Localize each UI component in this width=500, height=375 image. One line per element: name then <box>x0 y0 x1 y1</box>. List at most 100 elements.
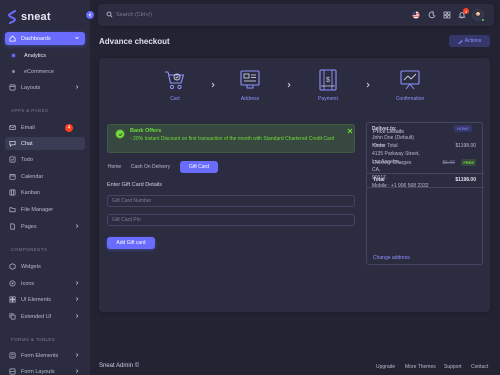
deliver-to-label: Deliver to: <box>372 126 397 132</box>
sidebar: sneat Dashboards Analytics eCommerce Lay… <box>0 0 90 375</box>
offer-text: - 20% Instant Discount on first transact… <box>130 136 335 142</box>
tab-cash-on-delivery[interactable]: Cash On Delivery <box>128 161 173 173</box>
address-icon <box>240 70 260 89</box>
chevron-right-icon <box>76 85 79 89</box>
page-title: Advance checkout <box>99 37 170 46</box>
section-header-forms: FORMS & TABLES <box>11 337 56 342</box>
sidebar-item-todo[interactable]: Todo <box>5 153 85 166</box>
email-count-badge: 4 <box>65 123 73 132</box>
settings-icon <box>458 39 463 44</box>
chevron-right-icon <box>211 82 215 88</box>
sneat-logo-icon <box>8 10 16 24</box>
layout-icon <box>9 84 16 91</box>
search-icon[interactable] <box>106 11 113 18</box>
sidebar-item-label: eCommerce <box>24 68 54 75</box>
step-confirmation[interactable]: Confirmation <box>392 68 428 102</box>
sidebar-item-label: Form Elements <box>21 352 59 359</box>
sidebar-item-ui-elements[interactable]: UI Elements <box>5 293 85 306</box>
sidebar-item-label: Layouts <box>21 84 41 91</box>
home-icon <box>9 35 16 42</box>
sidebar-item-widgets[interactable]: Widgets <box>5 260 85 273</box>
sidebar-collapse-button[interactable] <box>85 10 95 20</box>
sidebar-item-label: Calendar <box>21 173 44 180</box>
form-layout-icon <box>9 368 16 375</box>
grid-icon <box>9 280 16 287</box>
sidebar-item-ecommerce[interactable]: eCommerce <box>5 65 85 78</box>
chevron-right-icon <box>76 281 79 285</box>
sidebar-item-label: Form Layouts <box>21 368 55 375</box>
footer-brand: Sneat Admin © <box>99 363 140 369</box>
step-payment[interactable]: $ Payment <box>310 68 346 102</box>
chevron-right-icon <box>76 353 79 357</box>
close-icon[interactable] <box>347 128 353 134</box>
sidebar-item-label: Chat <box>21 140 33 147</box>
home-badge: HOME <box>454 125 472 132</box>
actions-button[interactable]: Actions <box>449 35 490 47</box>
check-circle-icon <box>115 129 125 139</box>
online-status-dot <box>481 18 485 22</box>
sidebar-item-form-layouts[interactable]: Form Layouts <box>5 365 85 375</box>
sidebar-item-layouts[interactable]: Layouts <box>5 81 85 94</box>
sidebar-item-label: File Manager <box>21 206 54 213</box>
tab-home[interactable]: Home <box>107 161 122 173</box>
actions-button-label: Actions <box>464 38 482 44</box>
payment-icon: $ <box>319 69 337 91</box>
sidebar-item-chat[interactable]: Chat <box>5 137 85 150</box>
free-badge: FREE <box>461 159 476 166</box>
sidebar-item-label: Extended UI <box>21 313 52 320</box>
step-label: Confirmation <box>395 96 425 102</box>
sidebar-item-label: Dashboards <box>21 35 51 42</box>
step-address[interactable]: Address <box>232 68 268 102</box>
brand[interactable]: sneat <box>8 9 51 25</box>
copy-icon <box>9 313 16 320</box>
sidebar-item-label: Todo <box>21 156 33 163</box>
detail-icon <box>9 352 16 359</box>
order-total-value: $1198.00 <box>455 143 476 149</box>
sidebar-item-label: Analytics <box>24 52 47 59</box>
total-value: $1198.00 <box>455 177 476 183</box>
apps-grid-icon[interactable] <box>443 11 451 19</box>
chevron-down-icon <box>75 36 79 40</box>
chevron-right-icon <box>76 297 79 301</box>
sidebar-item-extended-ui[interactable]: Extended UI <box>5 310 85 323</box>
section-header-apps: APPS & PAGES <box>11 108 49 113</box>
chevron-right-icon <box>76 314 79 318</box>
calendar-icon <box>9 173 16 180</box>
search-input[interactable] <box>116 9 236 21</box>
address-line: 4135 Parkway Street, <box>372 151 420 157</box>
add-gift-card-button[interactable]: Add Gift card <box>107 237 155 249</box>
gift-card-number-input[interactable] <box>107 195 355 207</box>
sidebar-item-pages[interactable]: Pages <box>5 220 85 233</box>
address-line: Mobile : +1 906 568 2332 <box>372 183 429 189</box>
footer-link-upgrade[interactable]: Upgrade <box>376 364 395 370</box>
step-label: Address <box>240 96 260 102</box>
sidebar-item-label: UI Elements <box>21 296 51 303</box>
footer-link-support[interactable]: Support <box>444 364 462 370</box>
sidebar-item-icons[interactable]: Icons <box>5 277 85 290</box>
kanban-icon <box>9 189 16 196</box>
sidebar-item-analytics[interactable]: Analytics <box>5 49 85 62</box>
bullet-icon <box>12 70 15 73</box>
sidebar-item-kanban[interactable]: Kanban <box>5 186 85 199</box>
tab-gift-card[interactable]: Gift Card <box>180 161 218 173</box>
sidebar-item-form-elements[interactable]: Form Elements <box>5 349 85 362</box>
moon-icon[interactable] <box>428 11 436 19</box>
footer-link-more-themes[interactable]: More Themes <box>405 364 436 370</box>
sidebar-item-email[interactable]: Email 4 <box>5 121 85 134</box>
address-line: Los Angeles, <box>372 159 401 165</box>
step-cart[interactable]: Cart <box>157 68 193 102</box>
widgets-icon <box>9 263 16 270</box>
change-address-link[interactable]: Change address <box>373 255 410 261</box>
sidebar-item-calendar[interactable]: Calendar <box>5 170 85 183</box>
footer-link-contact[interactable]: Contact <box>471 364 488 370</box>
sidebar-item-file-manager[interactable]: File Manager <box>5 203 85 216</box>
gift-card-section-title: Enter Gift Card Details <box>107 182 163 188</box>
us-flag-icon[interactable] <box>412 11 420 19</box>
offer-title: Bank Offers <box>130 128 162 134</box>
bank-offer-alert: Bank Offers - 20% Instant Discount on fi… <box>107 124 355 153</box>
top-navbar: 4 <box>98 4 494 26</box>
sidebar-item-dashboards[interactable]: Dashboards <box>5 32 85 45</box>
bell-icon[interactable]: 4 <box>458 8 469 19</box>
gift-card-pin-input[interactable] <box>107 214 355 226</box>
notification-count-badge: 4 <box>463 8 469 14</box>
